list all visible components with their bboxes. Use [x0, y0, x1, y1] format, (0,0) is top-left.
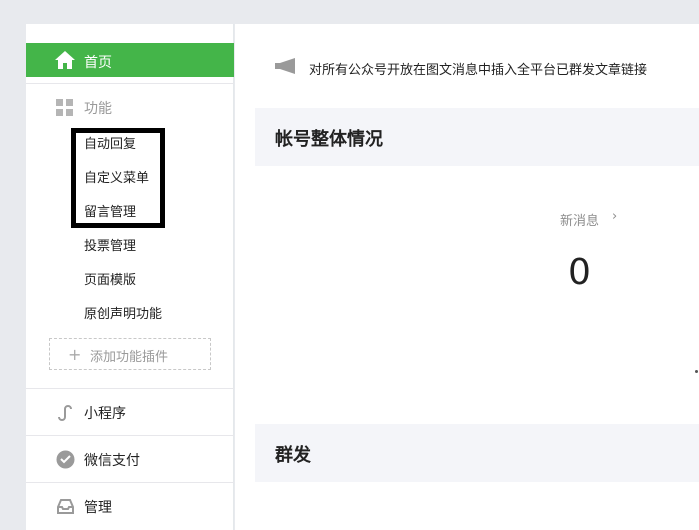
sidebar-item-manage[interactable]: 管理 [26, 491, 234, 521]
sidebar-item-manage-label: 管理 [84, 500, 112, 516]
sidebar-item-page-templates[interactable]: 页面模版 [84, 269, 136, 288]
highlight-annotation-box [71, 128, 165, 228]
account-overview-title: 帐号整体情况 [275, 129, 383, 150]
main-content: 对所有公众号开放在图文消息中插入全平台已群发文章链接 帐号整体情况 新消息 › … [235, 24, 699, 530]
broadcast-title: 群发 [275, 445, 311, 466]
new-messages-count: 0 [568, 252, 591, 293]
sidebar-item-wechat-pay[interactable]: 微信支付 [26, 444, 234, 474]
sidebar-group-functions-label: 功能 [84, 101, 112, 117]
add-plugin-label: 添加功能插件 [90, 350, 169, 365]
grid-icon [56, 99, 73, 116]
divider [26, 388, 234, 389]
account-overview-header: 帐号整体情况 [255, 108, 699, 166]
plus-icon: + [68, 345, 82, 364]
divider [26, 482, 234, 483]
add-plugin-button[interactable]: + 添加功能插件 [49, 338, 211, 370]
inbox-icon [56, 497, 75, 516]
new-messages-link[interactable]: 新消息 [560, 210, 599, 229]
home-icon [55, 51, 75, 69]
sidebar-item-vote-management[interactable]: 投票管理 [84, 235, 136, 254]
sidebar-item-home[interactable]: 首页 [26, 43, 234, 77]
stat-indicator-dot [695, 370, 698, 373]
divider [26, 83, 234, 84]
broadcast-header: 群发 [255, 424, 699, 482]
sidebar: 首页 功能 自动回复 自定义菜单 留言管理 投票管理 页面模版 原创声明功能 +… [26, 24, 234, 530]
sidebar-item-mini-program[interactable]: 小程序 [26, 397, 234, 427]
sidebar-item-mini-program-label: 小程序 [84, 406, 126, 422]
chevron-right-icon[interactable]: › [612, 209, 617, 224]
sidebar-item-home-label: 首页 [84, 55, 112, 71]
sidebar-item-wechat-pay-label: 微信支付 [84, 453, 140, 469]
megaphone-icon [275, 58, 297, 74]
sidebar-group-functions: 功能 [26, 92, 234, 122]
wechat-pay-icon [56, 450, 75, 469]
sidebar-item-original-declaration[interactable]: 原创声明功能 [84, 303, 162, 322]
divider [26, 435, 234, 436]
mini-program-icon [56, 403, 75, 422]
notice-text: 对所有公众号开放在图文消息中插入全平台已群发文章链接 [309, 63, 648, 78]
